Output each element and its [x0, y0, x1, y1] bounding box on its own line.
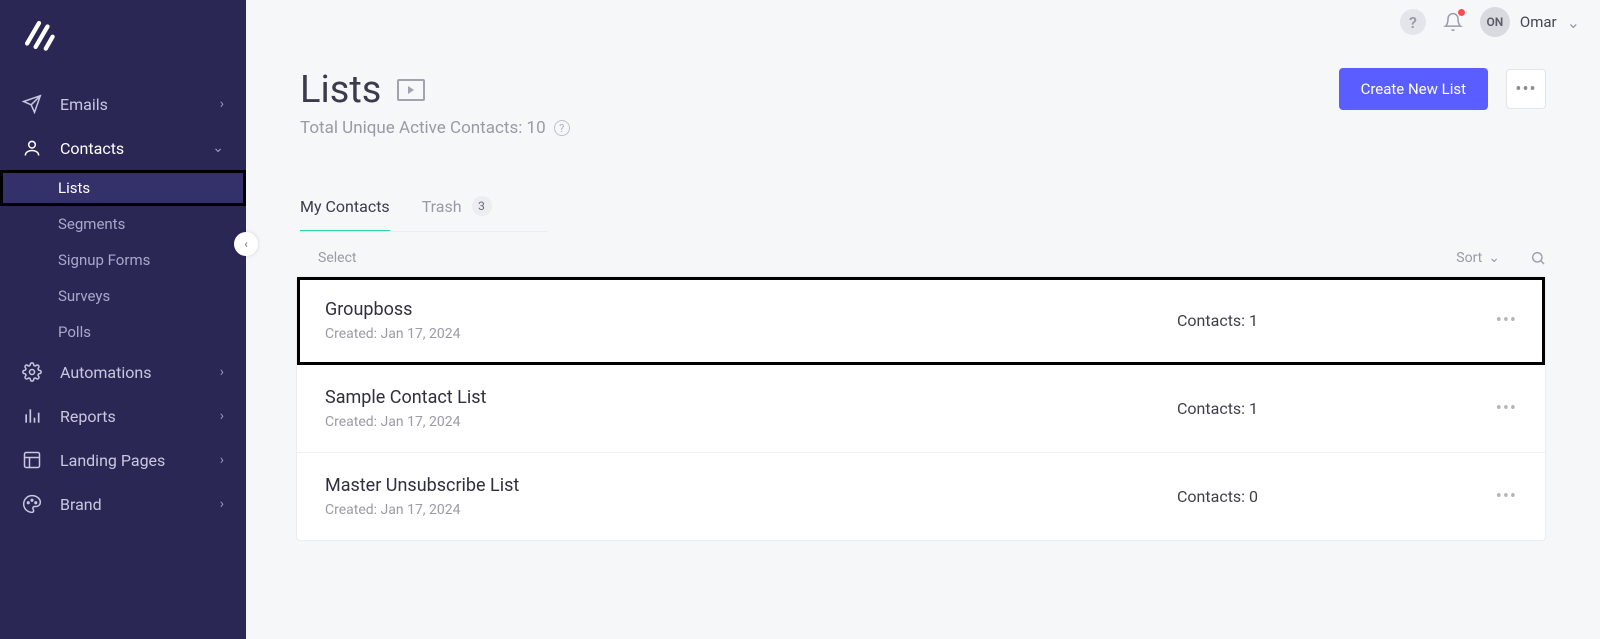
list-toolbar: Select Sort ⌄	[246, 232, 1600, 276]
chevron-down-icon: ⌄	[1488, 250, 1500, 266]
ellipsis-icon: •••	[1496, 310, 1517, 331]
user-menu[interactable]: ON Omar ⌄	[1480, 7, 1580, 37]
nav-label: Reports	[60, 407, 220, 426]
subnav-lists[interactable]: Lists	[0, 170, 246, 206]
nav-emails[interactable]: Emails ›	[0, 82, 246, 126]
gear-icon	[22, 362, 42, 382]
nav-automations[interactable]: Automations ›	[0, 350, 246, 394]
ellipsis-icon: •••	[1515, 79, 1536, 100]
tab-my-contacts[interactable]: My Contacts	[300, 196, 390, 232]
bar-chart-icon	[22, 406, 42, 426]
chevron-down-icon: ⌄	[212, 140, 224, 156]
nav-brand[interactable]: Brand ›	[0, 482, 246, 526]
app-logo	[0, 0, 246, 82]
subnav-polls[interactable]: Polls	[0, 314, 246, 350]
row-actions-button[interactable]: •••	[1477, 398, 1517, 419]
sidebar-collapse-button[interactable]: ‹	[234, 232, 258, 256]
chevron-right-icon: ›	[220, 452, 224, 468]
list-created: Created: Jan 17, 2024	[325, 414, 1177, 430]
list-contacts: Contacts: 1	[1177, 311, 1477, 330]
list-created: Created: Jan 17, 2024	[325, 502, 1177, 518]
info-icon[interactable]: ?	[554, 120, 570, 136]
paper-plane-icon	[22, 94, 42, 114]
row-actions-button[interactable]: •••	[1477, 310, 1517, 331]
nav-contacts[interactable]: Contacts ⌄	[0, 126, 246, 170]
question-icon: ?	[1409, 13, 1417, 32]
sort-label: Sort	[1456, 250, 1482, 266]
video-tutorial-icon[interactable]	[397, 79, 425, 101]
chevron-down-icon: ⌄	[1567, 13, 1580, 32]
sort-button[interactable]: Sort ⌄	[1456, 250, 1500, 266]
page-title: Lists	[300, 68, 381, 112]
row-actions-button[interactable]: •••	[1477, 486, 1517, 507]
ellipsis-icon: •••	[1496, 486, 1517, 507]
tabs: My Contacts Trash 3	[246, 148, 1600, 232]
page-header: Lists Total Unique Active Contacts: 10 ?…	[246, 40, 1600, 148]
create-list-button[interactable]: Create New List	[1339, 68, 1488, 110]
tab-trash[interactable]: Trash 3	[422, 196, 492, 232]
user-name: Omar	[1520, 13, 1557, 31]
list-row[interactable]: Sample Contact List Created: Jan 17, 202…	[297, 365, 1545, 453]
subnav-signup-forms[interactable]: Signup Forms	[0, 242, 246, 278]
logo-icon	[22, 18, 56, 52]
nav-label: Brand	[60, 495, 220, 514]
sidebar: Emails › Contacts ⌄ Lists Segments Signu…	[0, 0, 246, 639]
notification-dot	[1458, 9, 1465, 16]
contacts-count: Total Unique Active Contacts: 10	[300, 118, 546, 138]
more-actions-button[interactable]: •••	[1506, 69, 1546, 109]
layout-icon	[22, 450, 42, 470]
ellipsis-icon: •••	[1496, 398, 1517, 419]
nav-reports[interactable]: Reports ›	[0, 394, 246, 438]
avatar: ON	[1480, 7, 1510, 37]
select-label[interactable]: Select	[318, 250, 356, 266]
contacts-submenu: Lists Segments Signup Forms Surveys Poll…	[0, 170, 246, 350]
list-name: Sample Contact List	[325, 387, 1177, 408]
palette-icon	[22, 494, 42, 514]
tab-label: My Contacts	[300, 197, 390, 216]
chevron-right-icon: ›	[220, 496, 224, 512]
list-name: Master Unsubscribe List	[325, 475, 1177, 496]
chevron-right-icon: ›	[220, 96, 224, 112]
nav-label: Contacts	[60, 139, 212, 158]
tab-badge: 3	[472, 196, 492, 216]
nav-label: Automations	[60, 363, 220, 382]
nav-label: Landing Pages	[60, 451, 220, 470]
tab-label: Trash	[422, 197, 462, 216]
person-icon	[22, 138, 42, 158]
chevron-right-icon: ›	[220, 408, 224, 424]
subnav-surveys[interactable]: Surveys	[0, 278, 246, 314]
nav-label: Emails	[60, 95, 220, 114]
lists-panel: Groupboss Created: Jan 17, 2024 Contacts…	[296, 276, 1546, 541]
topbar: ? ON Omar ⌄	[246, 0, 1600, 40]
main-content: ? ON Omar ⌄ Lists Total Unique Active Co…	[246, 0, 1600, 639]
subnav-segments[interactable]: Segments	[0, 206, 246, 242]
list-contacts: Contacts: 0	[1177, 487, 1477, 506]
list-row[interactable]: Groupboss Created: Jan 17, 2024 Contacts…	[297, 277, 1545, 365]
chevron-right-icon: ›	[220, 364, 224, 380]
help-button[interactable]: ?	[1400, 9, 1426, 35]
list-row[interactable]: Master Unsubscribe List Created: Jan 17,…	[297, 453, 1545, 540]
list-created: Created: Jan 17, 2024	[325, 326, 1177, 342]
notifications-button[interactable]	[1440, 9, 1466, 35]
list-name: Groupboss	[325, 299, 1177, 320]
search-icon[interactable]	[1530, 250, 1546, 266]
chevron-left-icon: ‹	[244, 237, 248, 251]
nav-landing-pages[interactable]: Landing Pages ›	[0, 438, 246, 482]
list-contacts: Contacts: 1	[1177, 399, 1477, 418]
